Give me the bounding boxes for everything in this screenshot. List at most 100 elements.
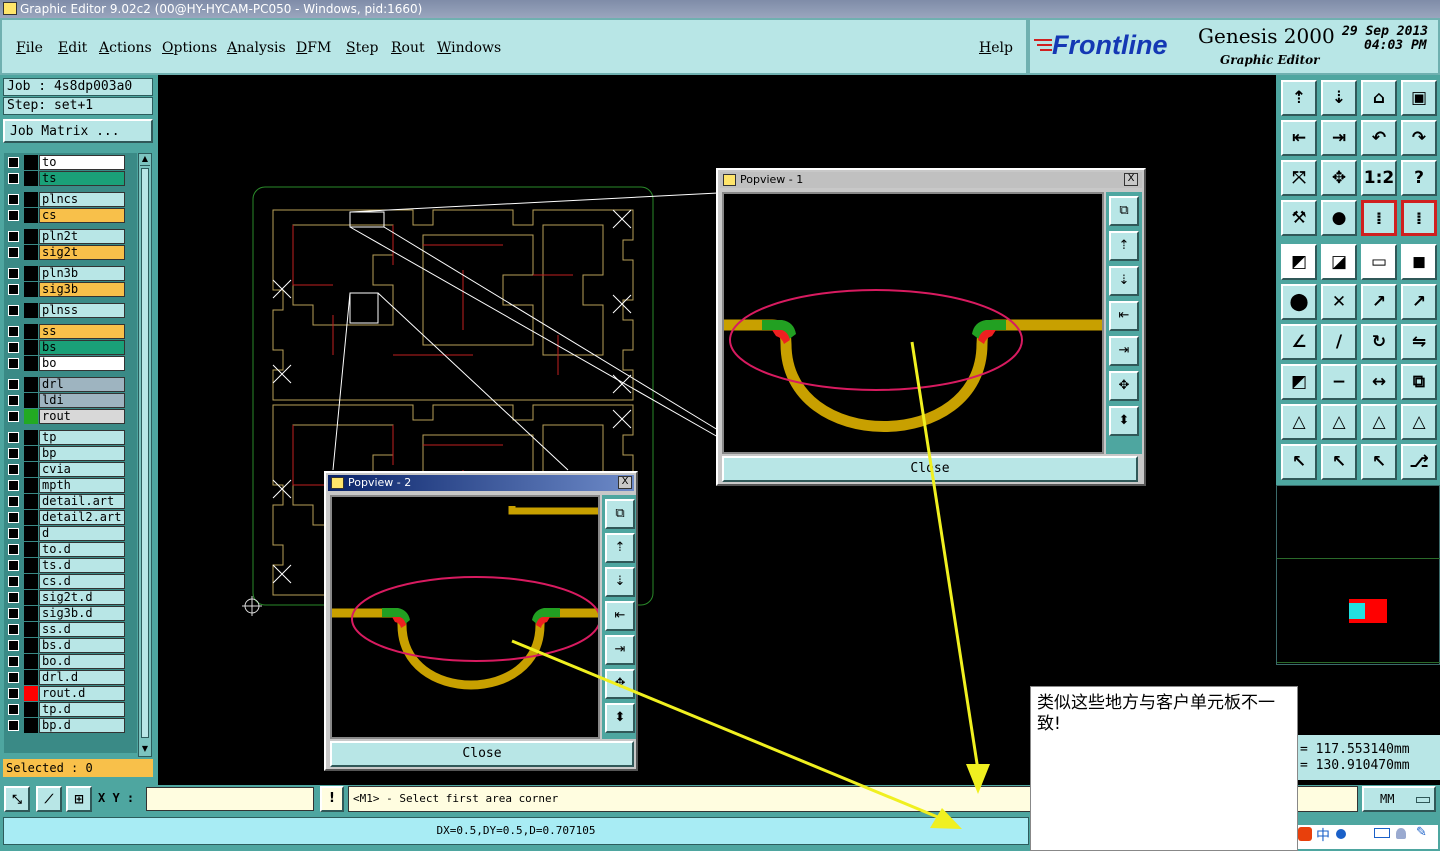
triangle-a-icon[interactable]: △ <box>1281 404 1317 440</box>
pad-icon[interactable]: ◼ <box>1401 244 1437 280</box>
layer-color-swatch[interactable] <box>24 171 38 186</box>
layer-color-swatch[interactable] <box>24 303 38 318</box>
layer-color-swatch[interactable] <box>24 446 38 461</box>
layer-row-tp-d[interactable]: tp.d <box>4 702 126 717</box>
layer-color-swatch[interactable] <box>24 702 38 717</box>
layer-row-cvia[interactable]: cvia <box>4 462 126 477</box>
rotate-icon[interactable]: ↻ <box>1361 324 1397 360</box>
layer-checkbox[interactable] <box>8 231 19 242</box>
layer-row-tp[interactable]: tp <box>4 430 126 445</box>
layer-row-pln2t[interactable]: pln2t <box>4 229 126 244</box>
menu-rout[interactable]: Rout <box>391 40 425 56</box>
layer-color-swatch[interactable] <box>24 526 38 541</box>
flip-icon[interactable]: ⇋ <box>1401 324 1437 360</box>
layer-row-detail2-art[interactable]: detail2.art <box>4 510 126 525</box>
layer-name[interactable]: to.d <box>39 542 125 557</box>
layer-checkbox[interactable] <box>8 326 19 337</box>
grid-icon[interactable]: ⊞ <box>66 786 92 812</box>
layer-color-swatch[interactable] <box>24 606 38 621</box>
layer-row-to-d[interactable]: to.d <box>4 542 126 557</box>
layer-name[interactable]: ss.d <box>39 622 125 637</box>
layer-name[interactable]: plnss <box>39 303 125 318</box>
scroll-down-icon[interactable]: ▼ <box>140 744 150 756</box>
layer-color-swatch[interactable] <box>24 574 38 589</box>
layer-name[interactable]: plncs <box>39 192 125 207</box>
layer-checkbox[interactable] <box>8 157 19 168</box>
popview-center-icon[interactable]: ⬍ <box>1109 406 1139 436</box>
layer-checkbox[interactable] <box>8 608 19 619</box>
scroll-thumb[interactable] <box>141 168 149 738</box>
center-icon[interactable]: ✥ <box>1321 160 1357 196</box>
layer-name[interactable]: detail2.art <box>39 510 125 525</box>
layer-name[interactable]: d <box>39 526 125 541</box>
layer-name[interactable]: sig3b.d <box>39 606 125 621</box>
layer-checkbox[interactable] <box>8 432 19 443</box>
layer-name[interactable]: bs.d <box>39 638 125 653</box>
layer-row-sig3b[interactable]: sig3b <box>4 282 126 297</box>
layer-name[interactable]: bp <box>39 446 125 461</box>
layer-color-swatch[interactable] <box>24 245 38 260</box>
popview-fit-icon[interactable]: ✥ <box>605 669 635 699</box>
popview-2-close-x[interactable]: X <box>618 476 632 489</box>
snap-icon[interactable]: ● <box>1321 200 1357 236</box>
undo-view-icon[interactable]: ↶ <box>1361 120 1397 156</box>
layer-name[interactable]: bp.d <box>39 718 125 733</box>
overview-map[interactable] <box>1276 485 1440 665</box>
layer-scrollbar[interactable]: ▲ ▼ <box>138 153 152 757</box>
layer-checkbox[interactable] <box>8 640 19 651</box>
layer-row-drl[interactable]: drl <box>4 377 126 392</box>
layer-color-swatch[interactable] <box>24 430 38 445</box>
layer-color-swatch[interactable] <box>24 208 38 223</box>
layer-name[interactable]: pln2t <box>39 229 125 244</box>
layer-row-cs[interactable]: cs <box>4 208 126 223</box>
layer-row-pln3b[interactable]: pln3b <box>4 266 126 281</box>
layer-name[interactable]: bs <box>39 340 125 355</box>
layer-name[interactable]: to <box>39 155 125 170</box>
zoom-fit-icon[interactable]: ▣ <box>1401 80 1437 116</box>
select-box-icon[interactable]: ↖ <box>1321 444 1357 480</box>
layer-color-swatch[interactable] <box>24 340 38 355</box>
alert-icon[interactable]: ! <box>320 786 344 812</box>
angle-icon[interactable]: ∠ <box>1281 324 1317 360</box>
layer-row-bs-d[interactable]: bs.d <box>4 638 126 653</box>
layer-name[interactable]: tp <box>39 430 125 445</box>
layer-color-swatch[interactable] <box>24 654 38 669</box>
layer-color-swatch[interactable] <box>24 356 38 371</box>
connect-icon[interactable]: ⬤ <box>1281 284 1317 320</box>
select-arrow-icon[interactable]: ↖ <box>1361 444 1397 480</box>
measure-icon[interactable]: ⚒ <box>1281 200 1317 236</box>
layer-checkbox[interactable] <box>8 592 19 603</box>
popview-zoom-icon[interactable]: ⧉ <box>1109 196 1139 226</box>
group-icon[interactable]: ⧉ <box>1401 364 1437 400</box>
layer-color-swatch[interactable] <box>24 409 38 424</box>
delete-icon[interactable]: ✕ <box>1321 284 1357 320</box>
popview-2-close-button[interactable]: Close <box>330 741 634 767</box>
units-select[interactable]: MM <box>1362 786 1436 812</box>
layer-checkbox[interactable] <box>8 247 19 258</box>
layer-checkbox[interactable] <box>8 379 19 390</box>
layer-checkbox[interactable] <box>8 672 19 683</box>
layer-row-d[interactable]: d <box>4 526 126 541</box>
triangle-c-icon[interactable]: △ <box>1361 404 1397 440</box>
layer-checkbox[interactable] <box>8 528 19 539</box>
attr-a-icon[interactable]: ◩ <box>1281 364 1317 400</box>
popview-right-icon[interactable]: ⇥ <box>1109 336 1139 366</box>
zoom-out-icon[interactable]: ⌂ <box>1361 80 1397 116</box>
layer-name[interactable]: bo.d <box>39 654 125 669</box>
menu-actions[interactable]: Actions <box>99 40 152 56</box>
layer-row-bo[interactable]: bo <box>4 356 126 371</box>
layer-name[interactable]: tp.d <box>39 702 125 717</box>
menu-analysis[interactable]: Analysis <box>227 40 286 56</box>
layer-name[interactable]: rout <box>39 409 125 424</box>
measure-box-icon[interactable]: ↔ <box>1361 364 1397 400</box>
layer-name[interactable]: sig3b <box>39 282 125 297</box>
ruler-icon[interactable]: ▭ <box>1361 244 1397 280</box>
popview-right-icon[interactable]: ⇥ <box>605 635 635 665</box>
menu-options[interactable]: Options <box>162 40 217 56</box>
layer-name[interactable]: pln3b <box>39 266 125 281</box>
mark-icon[interactable]: ◪ <box>1321 244 1357 280</box>
pan-right-icon[interactable]: ⇥ <box>1321 120 1357 156</box>
layer-row-bo-d[interactable]: bo.d <box>4 654 126 669</box>
layer-name[interactable]: ts.d <box>39 558 125 573</box>
layer-name[interactable]: cvia <box>39 462 125 477</box>
